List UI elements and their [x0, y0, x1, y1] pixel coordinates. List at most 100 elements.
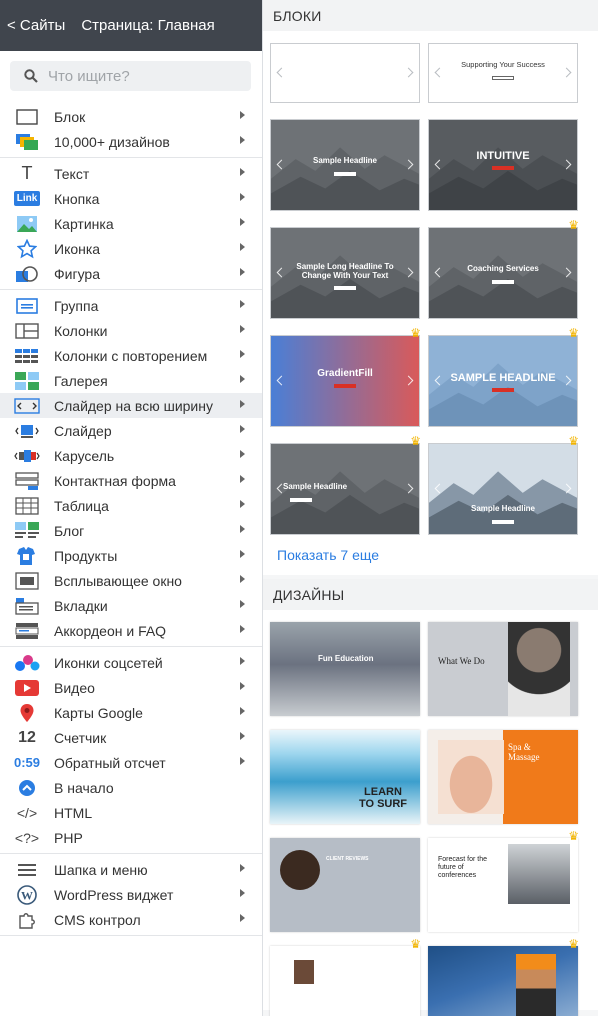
design-photo — [508, 622, 570, 716]
design-template[interactable]: LEARN TO SURF — [270, 730, 420, 824]
menu-group: T Текст Link Кнопка Картинка Иконка Фигура — [0, 158, 262, 290]
puzzle-icon — [14, 910, 40, 930]
block-template[interactable]: Sample Headline ♛ — [428, 434, 579, 535]
cta-button-preview — [492, 280, 514, 284]
menu-item-label: Картинка — [54, 215, 114, 232]
search-input[interactable] — [48, 67, 238, 85]
menu-item-puzzle[interactable]: CMS контрол — [0, 907, 262, 932]
design-template[interactable]: ♛ — [270, 937, 421, 1016]
page-title[interactable]: Страница: Главная — [81, 17, 214, 34]
block-thumbnail[interactable]: Sample Long Headline To Change With Your… — [270, 227, 420, 319]
menu-item-label: Шапка и меню — [54, 861, 148, 878]
menu-item-table[interactable]: Таблица — [0, 493, 262, 518]
block-template[interactable]: Sample Headline ♛ — [270, 434, 421, 535]
cta-button-preview — [290, 498, 312, 502]
menu-item-countdown[interactable]: 0:59 Обратный отсчет — [0, 750, 262, 775]
chevron-left-icon — [276, 67, 287, 78]
block-title: INTUITIVE — [476, 150, 530, 162]
cta-button-preview — [492, 520, 514, 524]
menu-item-popup[interactable]: Всплывающее окно — [0, 568, 262, 593]
menu-item-accordion[interactable]: Аккордеон и FAQ — [0, 618, 262, 643]
menu-item-social[interactable]: Иконки соцсетей — [0, 650, 262, 675]
menu-item-text[interactable]: T Текст — [0, 161, 262, 186]
design-template[interactable]: Forecast for the future of conferences ♛ — [428, 829, 579, 932]
show-more-link[interactable]: Показать 7 еще — [263, 535, 598, 575]
image-icon — [14, 214, 40, 234]
menu-item-blog[interactable]: Блог — [0, 518, 262, 543]
menu-item-back-to-top[interactable]: В начало — [0, 775, 262, 800]
cta-button-preview — [334, 384, 356, 388]
menu-item-hamburger[interactable]: Шапка и меню — [0, 857, 262, 882]
menu-item-slider[interactable]: Слайдер — [0, 418, 262, 443]
menu-item-designs[interactable]: 10,000+ дизайнов — [0, 129, 262, 154]
block-thumbnail[interactable]: Coaching Services — [428, 227, 578, 319]
menu-item-map-pin[interactable]: Карты Google — [0, 700, 262, 725]
design-template[interactable]: Spa & Massage — [428, 730, 578, 824]
menu-item-image[interactable]: Картинка — [0, 211, 262, 236]
design-thumbnail[interactable]: What We Do — [428, 622, 578, 716]
design-template[interactable]: What We Do — [428, 622, 578, 716]
block-thumbnail[interactable]: SAMPLE HEADLINE — [428, 335, 578, 427]
block-thumbnail[interactable]: INTUITIVE — [428, 119, 578, 211]
block-template[interactable]: INTUITIVE — [428, 119, 578, 211]
menu-item-label: PHP — [54, 829, 83, 846]
chevron-right-icon — [240, 914, 245, 922]
block-template[interactable]: Coaching Services ♛ — [428, 218, 579, 319]
menu-item-button[interactable]: Link Кнопка — [0, 186, 262, 211]
menu-item-star[interactable]: Иконка — [0, 236, 262, 261]
block-template[interactable]: GradientFill ♛ — [270, 326, 421, 427]
design-title: CLIENT REVIEWS — [326, 856, 369, 862]
menu-item-form[interactable]: Контактная форма — [0, 468, 262, 493]
block-thumbnail[interactable]: Sample Headline — [270, 443, 420, 535]
block-template[interactable]: Sample Long Headline To Change With Your… — [270, 227, 420, 319]
design-template[interactable]: ♛ — [428, 937, 579, 1016]
block-template[interactable]: SAMPLE HEADLINE ♛ — [428, 326, 579, 427]
link-badge: Link — [13, 191, 41, 206]
menu-item-block[interactable]: Блок — [0, 104, 262, 129]
design-photo — [508, 844, 570, 904]
design-thumbnail[interactable]: Fun Education — [270, 622, 420, 716]
blocks-grid: Supporting Your Success Sample Headline IN… — [263, 31, 598, 535]
menu-item-video[interactable]: Видео — [0, 675, 262, 700]
menu-item-products[interactable]: Продукты — [0, 543, 262, 568]
menu-item-repeat-columns[interactable]: Колонки с повторением — [0, 343, 262, 368]
block-thumbnail[interactable]: Sample Headline — [428, 443, 578, 535]
design-thumbnail[interactable] — [270, 946, 420, 1016]
menu-item-gallery[interactable]: Галерея — [0, 368, 262, 393]
block-template[interactable]: Sample Headline — [270, 119, 420, 211]
menu-item-tabs[interactable]: Вкладки — [0, 593, 262, 618]
block-title: Coaching Services — [467, 264, 539, 273]
design-thumbnail[interactable]: LEARN TO SURF — [270, 730, 420, 824]
menu-item-columns[interactable]: Колонки — [0, 318, 262, 343]
menu-item-label: WordPress виджет — [54, 886, 174, 903]
menu-item-group[interactable]: Группа — [0, 293, 262, 318]
design-template[interactable]: CLIENT REVIEWS — [270, 838, 420, 932]
cta-button-preview — [492, 76, 514, 80]
menu-item-shape[interactable]: Фигура — [0, 261, 262, 286]
design-thumbnail[interactable]: CLIENT REVIEWS — [270, 838, 420, 932]
block-template[interactable] — [270, 43, 420, 103]
chevron-right-icon — [240, 475, 245, 483]
design-thumbnail[interactable] — [428, 946, 578, 1016]
menu-item-html[interactable]: </> HTML — [0, 800, 262, 825]
back-to-sites-link[interactable]: < Сайты — [7, 17, 65, 34]
design-title: Forecast for the future of conferences — [438, 856, 488, 879]
menu-item-carousel[interactable]: Карусель — [0, 443, 262, 468]
block-title: Sample Headline — [470, 504, 536, 513]
design-thumbnail[interactable]: Spa & Massage — [428, 730, 578, 824]
block-thumbnail[interactable]: Sample Headline — [270, 119, 420, 211]
menu-item-php[interactable]: <?> PHP — [0, 825, 262, 850]
design-template[interactable]: Fun Education — [270, 622, 420, 716]
block-thumbnail[interactable]: Supporting Your Success — [428, 43, 578, 103]
search-box[interactable] — [10, 61, 251, 91]
block-thumbnail[interactable]: GradientFill — [270, 335, 420, 427]
repeat-columns-icon — [14, 346, 40, 366]
menu-item-wordpress[interactable]: W WordPress виджет — [0, 882, 262, 907]
block-template[interactable]: Supporting Your Success — [428, 43, 578, 103]
menu-item-counter[interactable]: 12 Счетчик — [0, 725, 262, 750]
menu-item-fullwidth-slider[interactable]: Слайдер на всю ширину — [0, 393, 262, 418]
block-thumbnail[interactable] — [270, 43, 420, 103]
menu-item-label: Счетчик — [54, 729, 107, 746]
chevron-right-icon — [240, 193, 245, 201]
design-thumbnail[interactable]: Forecast for the future of conferences — [428, 838, 578, 932]
